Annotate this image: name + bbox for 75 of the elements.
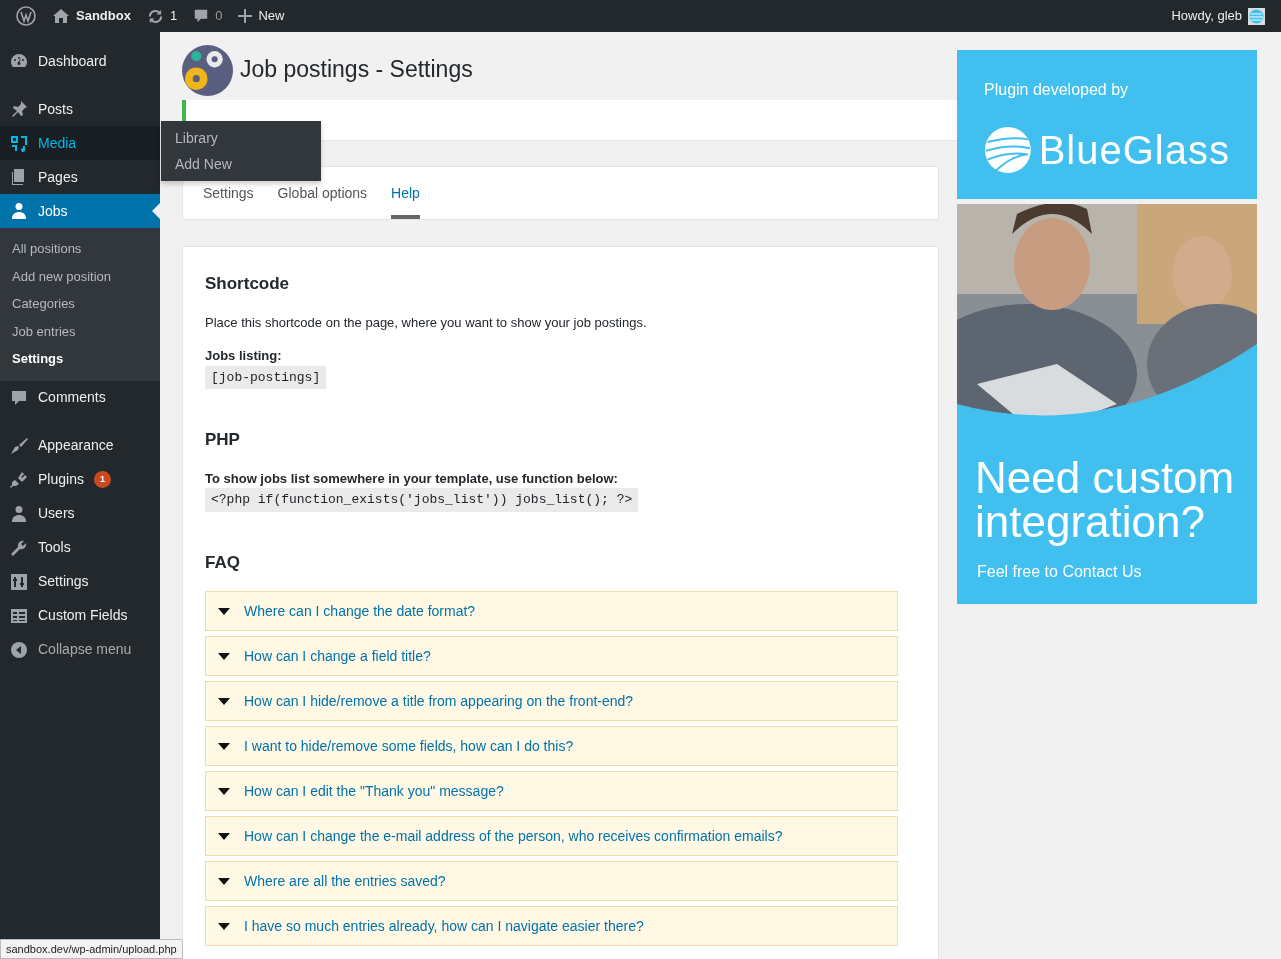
ad-headline: Need custom integration? (974, 452, 1236, 544)
field-label: Jobs listing: (205, 347, 283, 365)
description-text: Place this shortcode on the page, where you want to show your job postings. (205, 313, 648, 332)
faq-item[interactable]: How can I change a field title? (205, 636, 898, 676)
page-title: Job postings - Settings (240, 56, 473, 84)
section-heading: FAQ (205, 551, 241, 574)
faq-item[interactable]: I have so much entries already, how can I navigate easier there? (205, 906, 898, 946)
sidebar-item[interactable]: Pages (0, 160, 160, 194)
faq-item[interactable]: I want to hide/remove some fields, how can I do this? (205, 726, 898, 766)
comments-count[interactable]: 0 (215, 6, 223, 26)
pin-icon (10, 100, 28, 118)
caret-icon (218, 607, 230, 615)
status-bar-url: sandbox.dev/wp-admin/upload.php (0, 938, 183, 959)
sidebar-item[interactable]: Comments (0, 380, 160, 415)
sidebar-item[interactable]: Plugins 1 (0, 462, 160, 497)
sidebar-item[interactable]: Media (0, 126, 160, 160)
sidebar-item[interactable]: Custom Fields (0, 598, 160, 633)
sidebar-item[interactable]: Tools (0, 530, 160, 565)
faq-item[interactable]: How can I edit the "Thank you" message? (205, 771, 898, 811)
collapse-icon (10, 640, 28, 659)
section-heading: PHP (205, 429, 241, 451)
update-badge: 1 (93, 471, 111, 488)
code-snippet: [job-postings] (205, 365, 327, 389)
gears-logo-icon (182, 44, 233, 96)
caret-icon (218, 652, 230, 660)
sidebar-item[interactable]: Dashboard (0, 44, 160, 78)
greeting-link[interactable]: Howdy, gleb (1171, 6, 1242, 26)
flyout-item[interactable]: Add New (161, 151, 321, 177)
code-snippet: <?php if(function_exists('jobs_list')) jobs_list(); ?> (205, 488, 639, 512)
caret-icon (218, 877, 230, 885)
section-heading: Shortcode (205, 273, 291, 295)
gauge-icon (10, 52, 28, 70)
sidebar-item[interactable]: Posts (0, 92, 160, 126)
faq-item[interactable]: How can I change the e-mail address of the person, who receives confirmation emails? (205, 816, 898, 856)
submenu-item[interactable]: Categories (0, 290, 160, 318)
collapse-menu-button[interactable]: Collapse menu (0, 632, 160, 667)
plus-icon (238, 9, 253, 23)
table-icon (10, 606, 28, 625)
plug-icon (10, 470, 28, 489)
brush-icon (10, 436, 28, 455)
caret-icon (218, 832, 230, 840)
new-link[interactable]: New (258, 6, 285, 26)
faq-item[interactable]: Where can I change the date format? (205, 591, 898, 631)
description-text: To show jobs list somewhere in your template, use function below: (205, 469, 619, 488)
sliders-icon (10, 572, 28, 591)
faq-item[interactable]: Where are all the entries saved? (205, 861, 898, 901)
refresh-icon (146, 7, 164, 25)
caret-icon (218, 742, 230, 750)
site-name-link[interactable]: Sandbox (76, 6, 131, 26)
ad-label: Plugin developed by (984, 80, 1130, 100)
updates-count[interactable]: 1 (169, 6, 178, 26)
user-icon (10, 202, 28, 220)
tab[interactable]: Help (391, 167, 420, 219)
caret-icon (218, 922, 230, 930)
wordpress-logo-icon[interactable] (16, 6, 36, 26)
comment-icon (193, 8, 210, 24)
sidebar-item[interactable]: Appearance (0, 428, 160, 463)
home-icon (52, 8, 70, 24)
submenu-item[interactable]: Settings (0, 345, 160, 373)
user-icon (10, 504, 28, 523)
sidebar-item[interactable]: Jobs (0, 194, 160, 228)
brand-name: BlueGlass (1038, 127, 1230, 174)
caret-icon (218, 697, 230, 705)
media-icon (10, 134, 28, 152)
submenu-item[interactable]: Job entries (0, 317, 160, 345)
flyout-item[interactable]: Library (161, 125, 321, 151)
submenu-item[interactable]: Add new position (0, 262, 160, 290)
submenu-item[interactable]: All positions (0, 235, 160, 263)
sidebar-item[interactable]: Settings (0, 564, 160, 599)
comment-icon (10, 388, 28, 407)
caret-icon (218, 787, 230, 795)
avatar-icon[interactable] (1248, 7, 1265, 25)
wrench-icon (10, 538, 28, 557)
faq-item[interactable]: How can I hide/remove a title from appearing on the front-end? (205, 681, 898, 721)
sidebar-item[interactable]: Users (0, 496, 160, 531)
